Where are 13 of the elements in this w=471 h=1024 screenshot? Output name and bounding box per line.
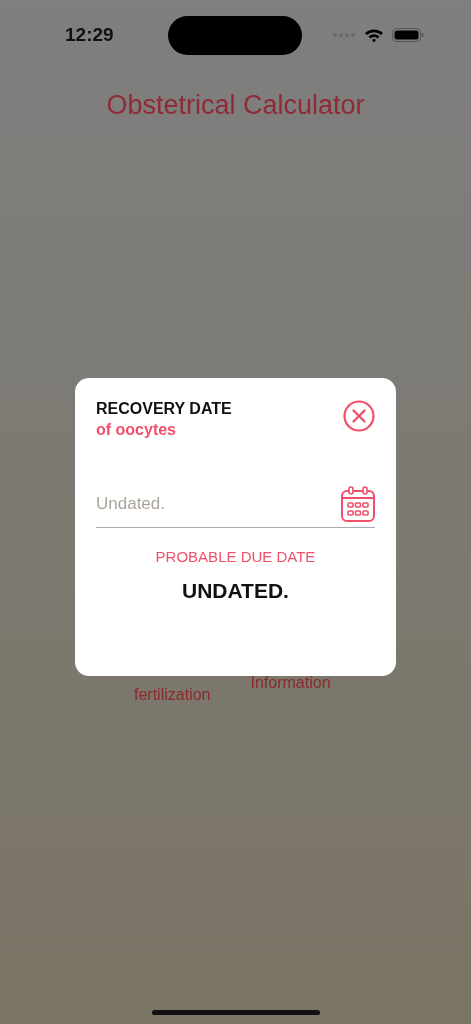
- app-title: Obstetrical Calculator: [105, 90, 366, 121]
- menu-label[interactable]: Information: [250, 674, 331, 692]
- calendar-icon[interactable]: [341, 486, 375, 522]
- dialog-title: RECOVERY DATE: [96, 400, 232, 418]
- result-label: PROBABLE DUE DATE: [154, 548, 317, 565]
- battery-icon: [392, 28, 424, 42]
- date-field[interactable]: Undated.: [96, 494, 341, 514]
- dialog-subtitle: of oocytes: [96, 421, 177, 439]
- menu-label[interactable]: fertilization: [134, 686, 211, 704]
- result-value: UNDATED.: [181, 579, 290, 603]
- wifi-icon: [364, 27, 384, 43]
- close-button[interactable]: [343, 400, 375, 432]
- status-time: 12:29: [65, 24, 115, 46]
